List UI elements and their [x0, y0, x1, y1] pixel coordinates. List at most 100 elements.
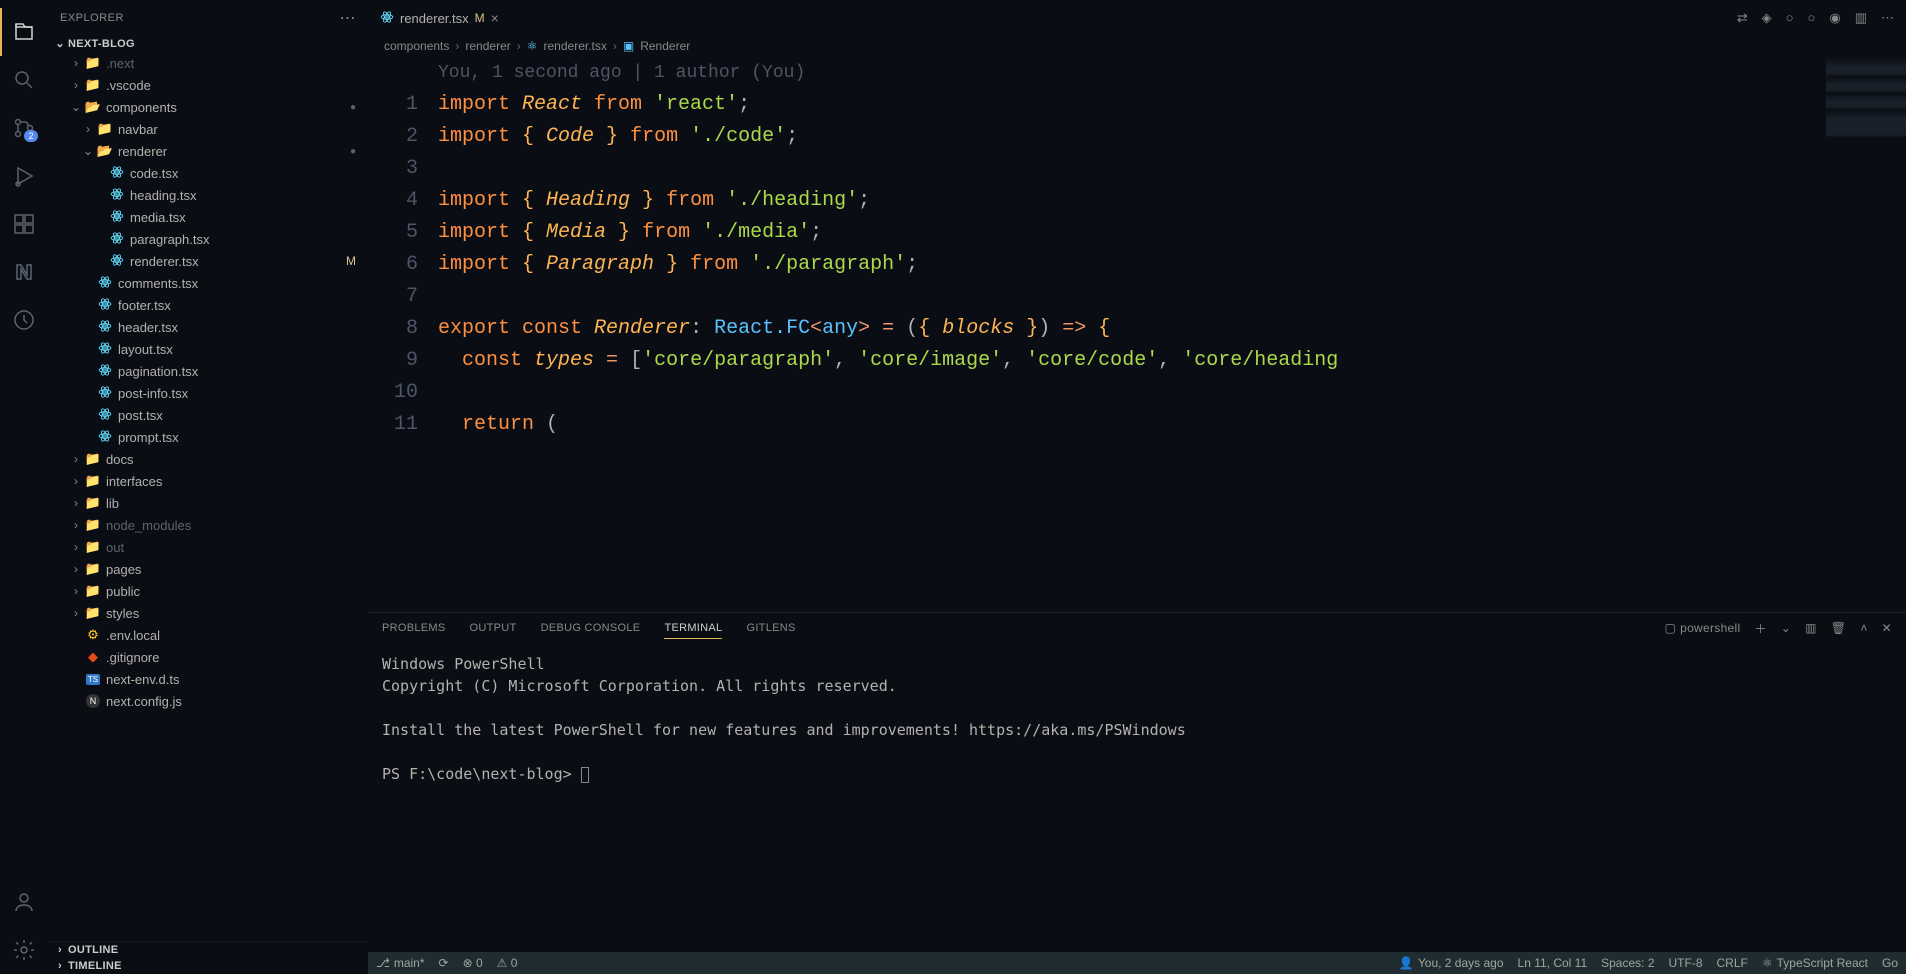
tree-item-next-config-js[interactable]: Nnext.config.js: [48, 690, 368, 712]
activity-settings[interactable]: [0, 926, 48, 974]
sidebar-more-icon[interactable]: ⋯: [340, 8, 357, 28]
breadcrumb[interactable]: components › renderer › ⚛ renderer.tsx ›…: [368, 35, 1906, 57]
minimap[interactable]: [1826, 57, 1906, 612]
tree-item-comments-tsx[interactable]: comments.tsx: [48, 272, 368, 294]
panel-tab-output[interactable]: OUTPUT: [470, 618, 517, 639]
folder-icon: 📁: [96, 121, 114, 137]
tree-item-out[interactable]: ›📁out: [48, 536, 368, 558]
tree-item-heading-tsx[interactable]: heading.tsx: [48, 184, 368, 206]
tree-item-public[interactable]: ›📁public: [48, 580, 368, 602]
tree-item-node_modules[interactable]: ›📁node_modules: [48, 514, 368, 536]
close-panel-icon[interactable]: ✕: [1882, 621, 1892, 635]
activity-run-debug[interactable]: [0, 152, 48, 200]
split-terminal-icon[interactable]: ▥: [1805, 621, 1817, 635]
status-go-icon[interactable]: Go: [1882, 956, 1898, 970]
tree-item-renderer[interactable]: ⌄📂renderer●: [48, 140, 368, 162]
tree-item-paragraph-tsx[interactable]: paragraph.tsx: [48, 228, 368, 250]
status-eol[interactable]: CRLF: [1717, 956, 1748, 970]
tree-item-next-env-d-ts[interactable]: TSnext-env.d.ts: [48, 668, 368, 690]
compare-icon[interactable]: ⇄: [1737, 10, 1748, 26]
tree-item-label: interfaces: [106, 474, 162, 489]
split-editor-icon[interactable]: ▥: [1855, 10, 1867, 26]
tree-item-styles[interactable]: ›📁styles: [48, 602, 368, 624]
sidebar-project-header[interactable]: ⌄ NEXT-BLOG: [48, 35, 368, 52]
tree-item-label: paragraph.tsx: [130, 232, 210, 247]
activity-source-control[interactable]: 2: [0, 104, 48, 152]
kill-terminal-icon[interactable]: 🗑: [1831, 621, 1847, 635]
react-icon: ⚛: [1762, 956, 1773, 970]
new-terminal-icon[interactable]: ＋: [1754, 620, 1766, 637]
tree-item-label: media.tsx: [130, 210, 186, 225]
tree-item-pages[interactable]: ›📁pages: [48, 558, 368, 580]
panel-tabs: PROBLEMS OUTPUT DEBUG CONSOLE TERMINAL GITLE…: [368, 613, 1906, 643]
tab-close-icon[interactable]: ×: [491, 10, 499, 26]
tree-item-docs[interactable]: ›📁docs: [48, 448, 368, 470]
tree-item--vscode[interactable]: ›📁.vscode: [48, 74, 368, 96]
status-branch[interactable]: ⎇ main*: [376, 956, 425, 970]
editor[interactable]: 1234567891011 You, 1 second ago | 1 auth…: [368, 57, 1906, 612]
more-actions-icon[interactable]: ⋯: [1881, 10, 1894, 26]
folder-icon: 📁: [84, 77, 102, 93]
tree-item-renderer-tsx[interactable]: renderer.tsxM: [48, 250, 368, 272]
tree-item-media-tsx[interactable]: media.tsx: [48, 206, 368, 228]
tree-item-label: styles: [106, 606, 139, 621]
panel-tab-terminal[interactable]: TERMINAL: [664, 618, 722, 639]
terminal-icon: ▢: [1664, 621, 1676, 635]
status-encoding[interactable]: UTF-8: [1669, 956, 1703, 970]
tree-item-code-tsx[interactable]: code.tsx: [48, 162, 368, 184]
bottom-panel: PROBLEMS OUTPUT DEBUG CONSOLE TERMINAL GITLE…: [368, 612, 1906, 952]
tree-item--gitignore[interactable]: ◆.gitignore: [48, 646, 368, 668]
status-warnings[interactable]: ⚠ 0: [497, 956, 518, 970]
terminal-content[interactable]: Windows PowerShellCopyright (C) Microsof…: [368, 643, 1906, 952]
tab-renderer[interactable]: renderer.tsx M ×: [368, 0, 511, 35]
tree-item-label: renderer.tsx: [130, 254, 199, 269]
tree-item-navbar[interactable]: ›📁navbar: [48, 118, 368, 140]
tree-item-label: layout.tsx: [118, 342, 173, 357]
activity-extensions[interactable]: [0, 200, 48, 248]
tree-item-header-tsx[interactable]: header.tsx: [48, 316, 368, 338]
timeline-section[interactable]: › TIMELINE: [48, 958, 368, 974]
git-commit-icon[interactable]: ◈: [1762, 10, 1772, 26]
activity-search[interactable]: [0, 56, 48, 104]
tree-item-interfaces[interactable]: ›📁interfaces: [48, 470, 368, 492]
terminal-shell-selector[interactable]: ▢ powershell: [1664, 621, 1740, 635]
tree-item-prompt-tsx[interactable]: prompt.tsx: [48, 426, 368, 448]
tree-item-lib[interactable]: ›📁lib: [48, 492, 368, 514]
radio-icon[interactable]: ◉: [1829, 10, 1840, 26]
maximize-panel-icon[interactable]: ˄: [1860, 621, 1867, 635]
status-errors[interactable]: ⊗ 0: [463, 956, 483, 970]
tree-item--env-local[interactable]: ⚙.env.local: [48, 624, 368, 646]
tree-item-pagination-tsx[interactable]: pagination.tsx: [48, 360, 368, 382]
panel-tab-debug-console[interactable]: DEBUG CONSOLE: [541, 618, 641, 639]
activity-bar: 2: [0, 0, 48, 974]
tab-modified: M: [475, 11, 485, 25]
status-position[interactable]: Ln 11, Col 11: [1518, 956, 1588, 970]
activity-explorer[interactable]: [0, 8, 48, 56]
tree-item-components[interactable]: ⌄📂components●: [48, 96, 368, 118]
terminal-dropdown-icon[interactable]: ⌄: [1781, 621, 1791, 635]
panel-tab-problems[interactable]: PROBLEMS: [382, 618, 446, 639]
outline-section[interactable]: › OUTLINE: [48, 942, 368, 958]
tree-item-post-info-tsx[interactable]: post-info.tsx: [48, 382, 368, 404]
status-spaces[interactable]: Spaces: 2: [1601, 956, 1654, 970]
tree-item-layout-tsx[interactable]: layout.tsx: [48, 338, 368, 360]
folder-icon: 📁: [84, 473, 102, 489]
react-icon: [96, 385, 114, 402]
nav-back-icon[interactable]: ○: [1786, 10, 1794, 25]
tree-item-post-tsx[interactable]: post.tsx: [48, 404, 368, 426]
activity-account[interactable]: [0, 878, 48, 926]
react-icon: [96, 319, 114, 336]
status-sync[interactable]: ⟳: [439, 956, 449, 970]
activity-notion[interactable]: [0, 248, 48, 296]
panel-tab-gitlens[interactable]: GITLENS: [746, 618, 795, 639]
folder-icon: 📁: [84, 605, 102, 621]
status-language[interactable]: ⚛ TypeScript React: [1762, 956, 1868, 970]
status-blame[interactable]: 👤 You, 2 days ago: [1399, 956, 1504, 970]
sidebar-title: EXPLORER: [60, 12, 124, 24]
tree-item--next[interactable]: ›📁.next: [48, 52, 368, 74]
symbol-icon: ▣: [623, 39, 634, 53]
tree-item-footer-tsx[interactable]: footer.tsx: [48, 294, 368, 316]
activity-timeline-icon[interactable]: [0, 296, 48, 344]
sidebar: EXPLORER ⋯ ⌄ NEXT-BLOG ›📁.next›📁.vscode⌄…: [48, 0, 368, 974]
nav-fwd-icon[interactable]: ○: [1808, 10, 1816, 25]
